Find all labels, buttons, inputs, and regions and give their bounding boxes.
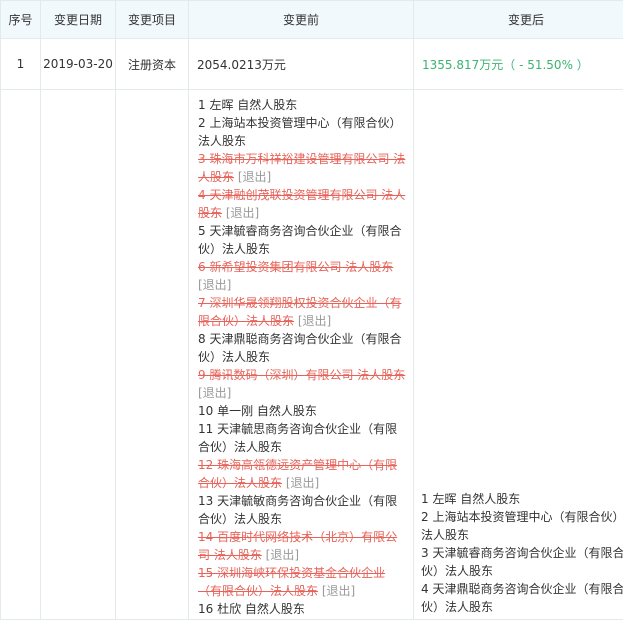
row-item: 注册资本 <box>116 39 189 90</box>
shareholder-entry: 11 天津毓思商务咨询合伙企业（有限合伙）法人股东 <box>198 420 406 456</box>
row-before-value: 2054.0213万元 <box>189 39 414 90</box>
shareholder-removed-entry: 6 新希望投资集团有限公司 法人股东 [退出] <box>198 258 406 294</box>
shareholder-entry: 2 上海站本投资管理中心（有限合伙）法人股东 <box>198 114 406 150</box>
exit-tag: [退出] <box>298 314 331 328</box>
shareholder-text: 1 左晖 自然人股东 <box>198 98 297 112</box>
shareholder-text: 5 天津毓睿商务咨询合伙企业（有限合伙）法人股东 <box>198 224 401 256</box>
shareholder-entry: 2 上海站本投资管理中心（有限合伙）法人股东 <box>421 508 623 544</box>
shareholder-entry: 8 天津鼎聪商务咨询合伙企业（有限合伙）法人股东 <box>198 330 406 366</box>
header-before: 变更前 <box>189 1 414 39</box>
shareholder-removed-entry: 3 珠海市万科祥裕建设管理有限公司 法人股东 [退出] <box>198 150 406 186</box>
row-date-empty <box>41 90 116 620</box>
shareholder-entry: 4 天津鼎聪商务咨询合伙企业（有限合伙）法人股东 <box>421 580 623 616</box>
shareholder-entry: 16 杜欣 自然人股东 <box>198 600 406 618</box>
header-date: 变更日期 <box>41 1 116 39</box>
exit-tag: [退出] <box>226 206 259 220</box>
shareholders-after-list: 1 左晖 自然人股东2 上海站本投资管理中心（有限合伙）法人股东3 天津毓睿商务… <box>415 91 623 616</box>
table-row: 1 左晖 自然人股东2 上海站本投资管理中心（有限合伙）法人股东3 珠海市万科祥… <box>1 90 623 620</box>
shareholder-text: 16 杜欣 自然人股东 <box>198 602 305 616</box>
exit-tag: [退出] <box>238 170 271 184</box>
shareholder-removed-entry: 4 天津融创茂联投资管理有限公司 法人股东 [退出] <box>198 186 406 222</box>
shareholder-removed-entry: 14 百度时代网络技术（北京）有限公司 法人股东 [退出] <box>198 528 406 564</box>
row-index: 1 <box>1 39 41 90</box>
shareholder-removed-entry: 7 深圳华晟领翔股权投资合伙企业（有限合伙）法人股东 [退出] <box>198 294 406 330</box>
table-header-row: 序号 变更日期 变更项目 变更前 变更后 <box>1 1 623 39</box>
shareholder-removed-entry: 9 腾讯数码（深圳）有限公司 法人股东 [退出] <box>198 366 406 402</box>
header-index: 序号 <box>1 1 41 39</box>
row-index-empty <box>1 90 41 620</box>
shareholder-entry: 3 天津毓睿商务咨询合伙企业（有限合伙）法人股东 <box>421 544 623 580</box>
shareholders-after-cell: 1 左晖 自然人股东2 上海站本投资管理中心（有限合伙）法人股东3 天津毓睿商务… <box>414 90 623 620</box>
exit-tag: [退出] <box>198 278 231 292</box>
shareholder-text: 11 天津毓思商务咨询合伙企业（有限合伙）法人股东 <box>198 422 397 454</box>
exit-tag: [退出] <box>266 548 299 562</box>
shareholder-removed-entry: 12 珠海高瓴德远资产管理中心（有限合伙）法人股东 [退出] <box>198 456 406 492</box>
shareholder-text: 2 上海站本投资管理中心（有限合伙）法人股东 <box>198 116 401 148</box>
shareholder-text: 13 天津毓敏商务咨询合伙企业（有限合伙）法人股东 <box>198 494 397 526</box>
exit-tag: [退出] <box>322 584 355 598</box>
shareholder-entry: 5 天津毓睿商务咨询合伙企业（有限合伙）法人股东 <box>198 222 406 258</box>
change-record-table: 序号 变更日期 变更项目 变更前 变更后 1 2019-03-20 注册资本 2… <box>0 0 623 620</box>
shareholder-text: 6 新希望投资集团有限公司 法人股东 <box>198 260 393 274</box>
exit-tag: [退出] <box>286 476 319 490</box>
header-after: 变更后 <box>414 1 623 39</box>
shareholder-text: 10 单一刚 自然人股东 <box>198 404 317 418</box>
row-after-value: 1355.817万元（ - 51.50% ） <box>414 39 623 90</box>
header-item: 变更项目 <box>116 1 189 39</box>
shareholder-text: 9 腾讯数码（深圳）有限公司 法人股东 <box>198 368 405 382</box>
table-row: 1 2019-03-20 注册资本 2054.0213万元 1355.817万元… <box>1 39 623 90</box>
shareholders-before-list: 1 左晖 自然人股东2 上海站本投资管理中心（有限合伙）法人股东3 珠海市万科祥… <box>190 91 412 618</box>
exit-tag: [退出] <box>198 386 231 400</box>
row-item-empty <box>116 90 189 620</box>
shareholder-text: 15 深圳海峡环保投资基金合伙企业（有限合伙）法人股东 <box>198 566 385 598</box>
shareholder-text: 3 珠海市万科祥裕建设管理有限公司 法人股东 <box>198 152 405 184</box>
shareholder-entry: 13 天津毓敏商务咨询合伙企业（有限合伙）法人股东 <box>198 492 406 528</box>
shareholders-before-cell: 1 左晖 自然人股东2 上海站本投资管理中心（有限合伙）法人股东3 珠海市万科祥… <box>189 90 414 620</box>
shareholder-entry: 10 单一刚 自然人股东 <box>198 402 406 420</box>
shareholder-removed-entry: 15 深圳海峡环保投资基金合伙企业（有限合伙）法人股东 [退出] <box>198 564 406 600</box>
shareholder-text: 8 天津鼎聪商务咨询合伙企业（有限合伙）法人股东 <box>198 332 401 364</box>
row-date: 2019-03-20 <box>41 39 116 90</box>
shareholder-entry: 1 左晖 自然人股东 <box>421 490 623 508</box>
shareholder-entry: 1 左晖 自然人股东 <box>198 96 406 114</box>
